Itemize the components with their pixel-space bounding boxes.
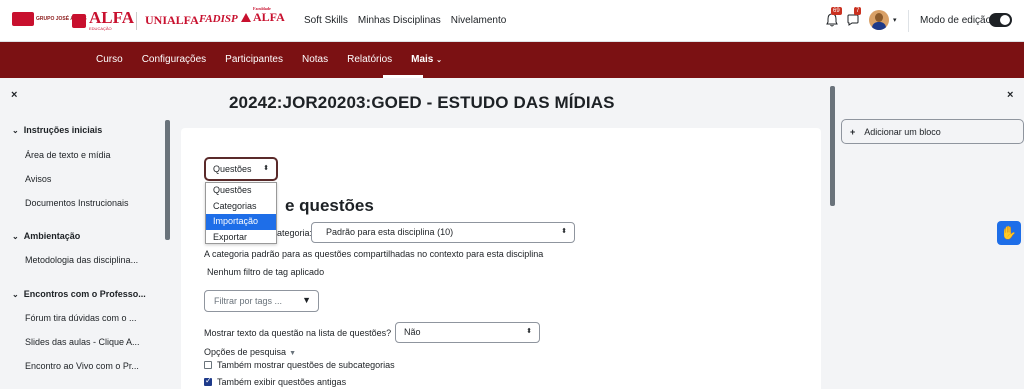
nav-minhas-disciplinas[interactable]: Minhas Disciplinas [358,15,441,26]
logo-divider [136,12,137,30]
tab-mais-label: Mais [411,54,434,65]
accessibility-sign-language-icon[interactable]: ✋ [997,221,1021,245]
updown-arrows-icon: ⬍ [526,328,532,335]
section-title: Ambientação [23,231,81,241]
faculdade-alfa-logo[interactable]: Faculdade ALFA [241,6,285,25]
alfa-logo-mark [72,13,86,28]
chevron-down-icon: ⌄ [436,57,443,64]
primary-navigation: Soft Skills Minhas Disciplinas Nivelamen… [304,15,506,26]
checkbox-show-old-questions[interactable]: Também exibir questões antigas [204,376,347,387]
top-navbar: GRUPO JOSÉ ALVES ALFA EDUCAÇÃO UNIALFA F… [0,0,1024,42]
chevron-down-icon: ⌄ [12,231,19,241]
section-instrucoes-iniciais[interactable]: ⌄ Instruções iniciais [12,125,102,135]
course-item-documentos[interactable]: Documentos Instrucionais [25,198,129,208]
course-secondary-navbar: Curso Configurações Participantes Notas … [0,42,1024,78]
category-label: ategoria: [277,228,313,238]
header-divider [908,10,909,32]
dropdown-option-importacao[interactable]: Importação [206,214,276,230]
dropdown-option-exportar[interactable]: Exportar [206,230,276,246]
dropdown-option-categorias[interactable]: Categorias [206,199,276,215]
question-bank-heading: e questões [285,196,374,215]
active-tab-indicator [383,75,423,78]
question-bank-nav-dropdown: Questões Categorias Importação Exportar [205,182,277,244]
chevron-down-icon: ⌄ [12,289,19,299]
tab-participantes[interactable]: Participantes [225,54,283,65]
unialfa-logo[interactable]: UNIALFA [145,13,199,28]
fadisp-logo[interactable]: FADISP [199,13,238,25]
course-item-forum[interactable]: Fórum tira dúvidas com o ... [25,313,137,323]
alfa-logo[interactable]: ALFA EDUCAÇÃO [72,8,135,31]
add-block-button[interactable]: + Adicionar um bloco [841,119,1024,144]
course-item-slides[interactable]: Slides das aulas - Clique A... [25,337,140,347]
show-question-text-label: Mostrar texto da questão na lista de que… [204,328,392,338]
updown-arrows-icon: ⬍ [561,228,567,235]
section-title: Encontros com o Professo... [23,289,146,299]
dropdown-option-questoes[interactable]: Questões [206,183,276,199]
course-item-encontro-ao-vivo[interactable]: Encontro ao Vivo com o Pr... [25,361,139,371]
tab-relatorios[interactable]: Relatórios [347,54,392,65]
updown-arrows-icon: ⬍ [263,165,269,172]
faculdade-alfa-pretext: Faculdade [253,6,271,11]
search-options-toggle[interactable]: Opções de pesquisa ▼ [204,347,296,357]
notifications-button[interactable]: 69 [826,7,842,27]
chevron-down-icon: ⌄ [12,125,19,135]
caret-down-icon: ▼ [302,295,311,305]
user-avatar[interactable] [869,10,889,30]
section-encontros[interactable]: ⌄ Encontros com o Professo... [12,289,146,299]
add-block-label: Adicionar um bloco [864,127,941,137]
no-tag-filter-text: Nenhum filtro de tag aplicado [207,267,325,277]
tab-curso[interactable]: Curso [96,54,123,65]
close-course-index-icon[interactable]: × [11,89,17,101]
alfa-logo-text: ALFA [89,8,135,27]
category-select[interactable]: Padrão para esta disciplina (10) ⬍ [311,222,575,243]
chat-bubble-icon [847,14,859,26]
avatar-head [875,13,883,22]
tag-filter-input[interactable]: Filtrar por tags ... ▼ [204,290,319,312]
course-item-metodologia[interactable]: Metodologia das disciplina... [25,255,138,265]
edit-mode-label: Modo de edição [920,15,992,26]
grupo-logo-mark [12,12,34,26]
tab-configuracoes[interactable]: Configurações [142,54,206,65]
select-value: Questões [213,164,252,174]
main-scrollbar-thumb[interactable] [830,86,835,206]
course-index-scrollbar[interactable] [165,120,170,240]
messages-button[interactable]: 7 [846,7,862,27]
avatar-body [872,22,886,30]
question-bank-nav-select[interactable]: Questões ⬍ [204,157,278,181]
checkbox-label: Também exibir questões antigas [217,377,347,387]
nav-nivelamento[interactable]: Nivelamento [451,15,507,26]
toggle-knob [1000,15,1010,25]
close-block-drawer-icon[interactable]: × [1007,89,1013,101]
nav-soft-skills[interactable]: Soft Skills [304,15,348,26]
section-ambientacao[interactable]: ⌄ Ambientação [12,231,80,241]
faculdade-alfa-text: ALFA [253,10,285,24]
show-question-text-value: Não [404,327,421,337]
tag-filter-placeholder: Filtrar por tags ... [214,296,283,306]
tab-mais[interactable]: Mais ⌄ [411,54,442,65]
show-question-text-select[interactable]: Não ⬍ [395,322,540,343]
plus-icon: + [850,127,856,137]
section-title: Instruções iniciais [23,125,103,135]
page-title: 20242:JOR20203:GOED - ESTUDO DAS MÍDIAS [229,93,615,112]
checkbox-box-checked[interactable] [204,376,212,386]
notifications-count-badge: 69 [831,7,842,15]
course-item-area-de-texto[interactable]: Área de texto e mídia [25,150,111,160]
checkbox-label: Também mostrar questões de subcategorias [217,360,395,370]
messages-count-badge: 7 [854,7,862,15]
user-menu-chevron-down-icon[interactable]: ▾ [893,16,897,24]
category-select-value: Padrão para esta disciplina (10) [326,227,454,237]
edit-mode-toggle[interactable] [989,13,1012,27]
caret-down-icon: ▼ [289,350,296,357]
search-options-label: Opções de pesquisa [204,347,287,357]
course-item-avisos[interactable]: Avisos [25,174,51,184]
tab-notas[interactable]: Notas [302,54,328,65]
bell-icon [826,13,838,27]
checkbox-show-subcategories[interactable]: Também mostrar questões de subcategorias [204,360,395,370]
category-description: A categoria padrão para as questões comp… [204,249,544,259]
checkbox-box[interactable] [204,361,212,369]
faculdade-alfa-mark [241,13,251,22]
